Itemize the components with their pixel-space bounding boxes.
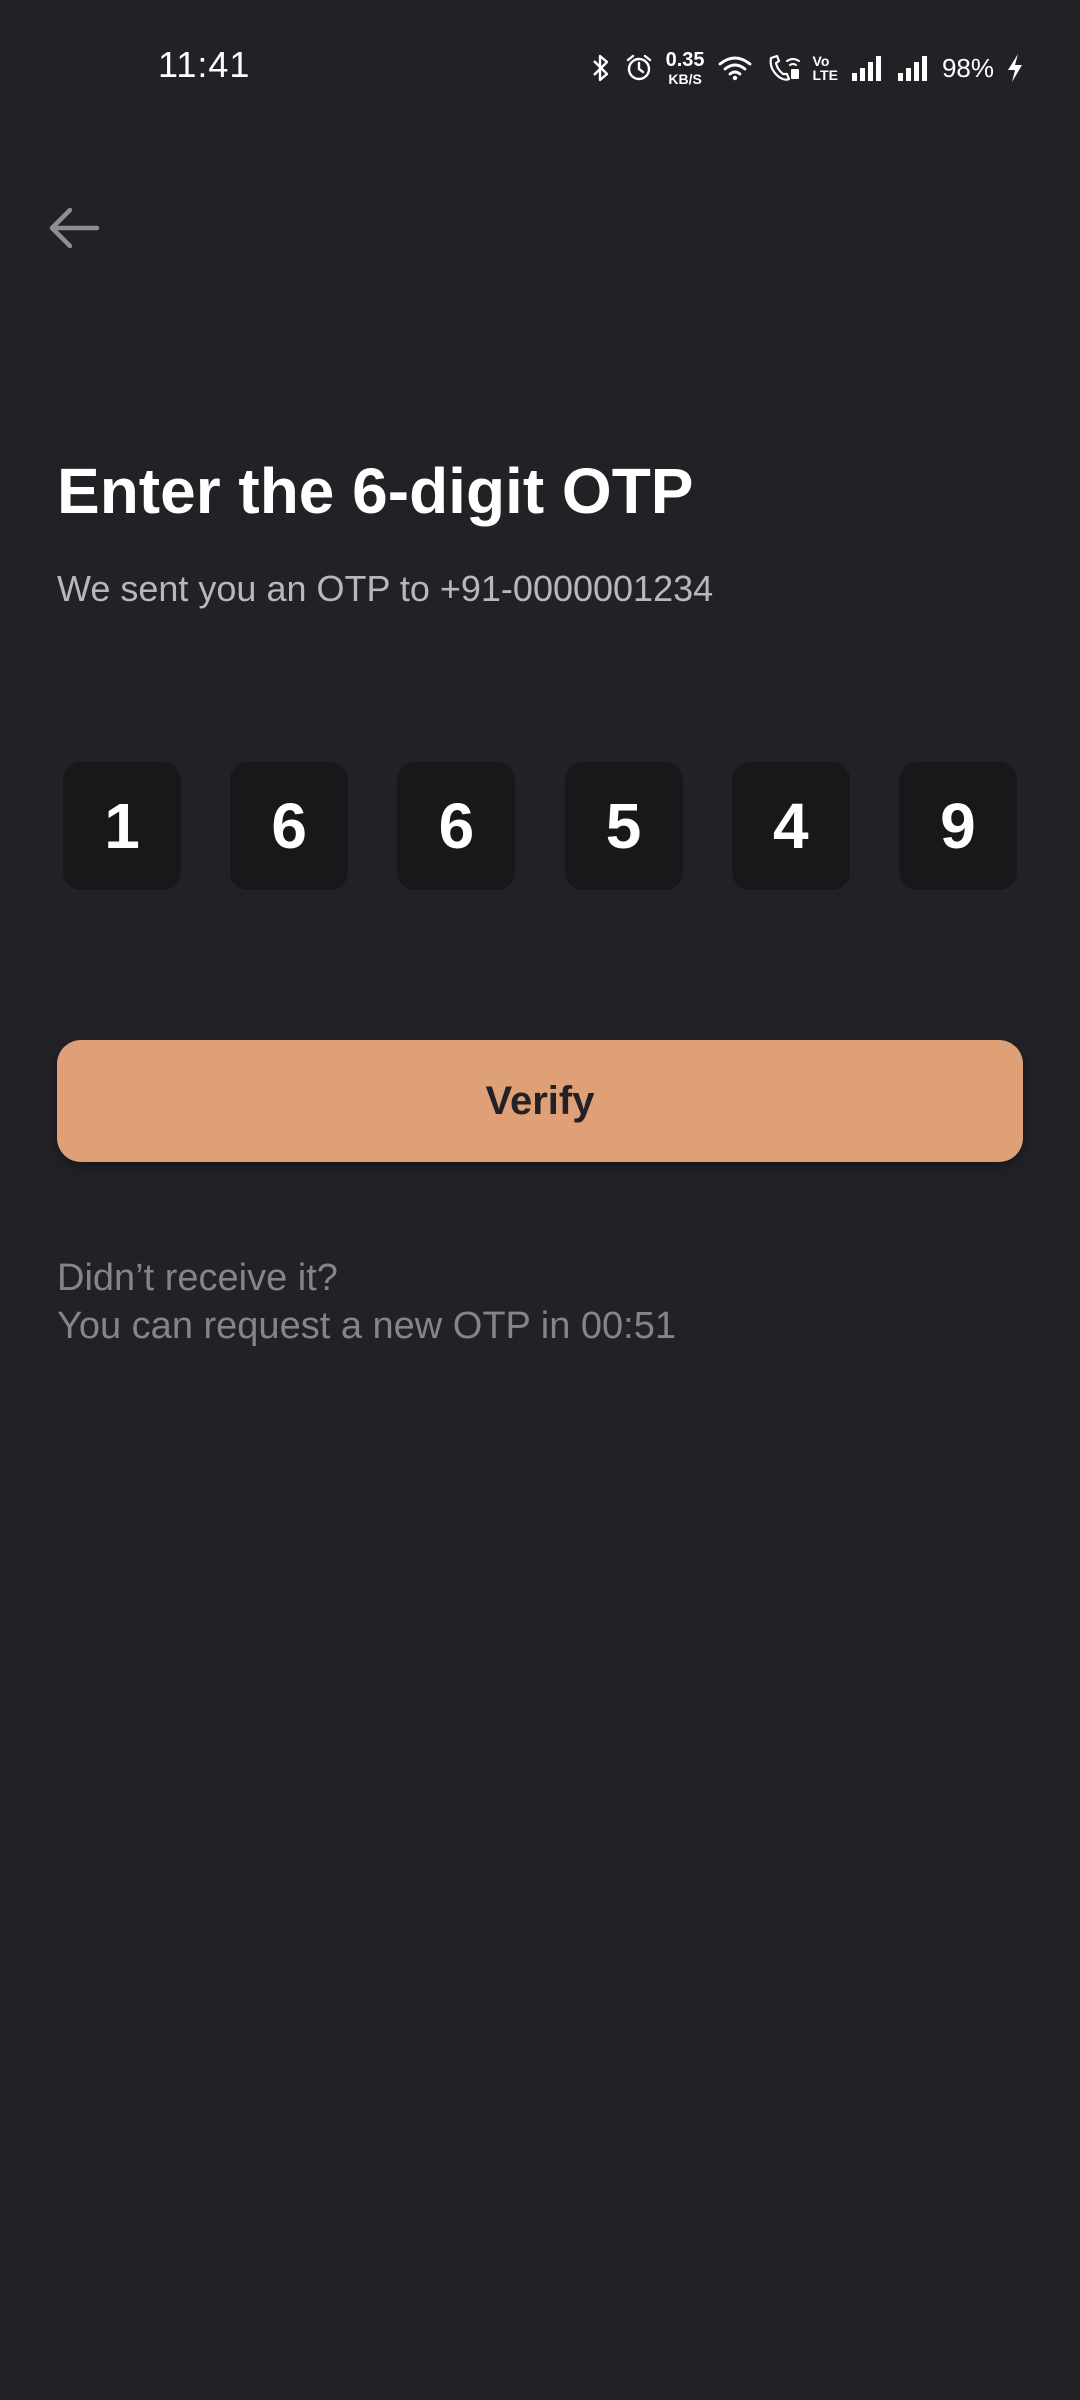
resend-question: Didn’t receive it? <box>57 1257 338 1299</box>
status-time: 11:41 <box>158 44 251 85</box>
status-icons: 0.35 KB/S Vo LTE 98% <box>590 48 1024 88</box>
network-speed: 0.35 KB/S <box>666 50 705 86</box>
otp-digit-1[interactable]: 1 <box>63 762 181 890</box>
battery-percentage: 98% <box>941 52 994 83</box>
page-title: Enter the 6-digit OTP <box>57 455 694 527</box>
wifi-calling-icon <box>765 53 801 83</box>
verify-button[interactable]: Verify <box>57 1040 1023 1162</box>
otp-input-group: 1 6 6 5 4 9 <box>63 762 1017 890</box>
signal-icon-sim2 <box>896 55 930 81</box>
resend-timer-text: You can request a new OTP in 00:51 <box>57 1305 676 1347</box>
alarm-icon <box>624 53 654 83</box>
bluetooth-icon <box>590 53 612 83</box>
volte-top: Vo <box>812 53 830 69</box>
wifi-icon <box>717 53 753 83</box>
otp-digit-5[interactable]: 4 <box>731 762 850 890</box>
network-speed-value: 0.35 <box>665 49 705 71</box>
otp-digit-6[interactable]: 9 <box>898 762 1017 890</box>
arrow-left-icon <box>48 206 100 255</box>
otp-digit-2[interactable]: 6 <box>230 762 349 890</box>
otp-digit-4[interactable]: 5 <box>564 762 683 890</box>
resend-info: Didn’t receive it? You can request a new… <box>57 1254 676 1350</box>
signal-icon-sim1 <box>850 55 884 81</box>
charging-icon <box>1006 53 1024 83</box>
status-bar: 11:41 0.35 KB/S Vo LTE 98% <box>0 0 1080 136</box>
back-button[interactable] <box>44 200 104 260</box>
volte-bottom: LTE <box>812 67 838 83</box>
otp-digit-3[interactable]: 6 <box>397 762 516 890</box>
network-speed-unit: KB/S <box>668 71 702 87</box>
otp-sent-message: We sent you an OTP to +91-0000001234 <box>57 568 714 609</box>
volte-indicator: Vo LTE <box>813 54 838 82</box>
